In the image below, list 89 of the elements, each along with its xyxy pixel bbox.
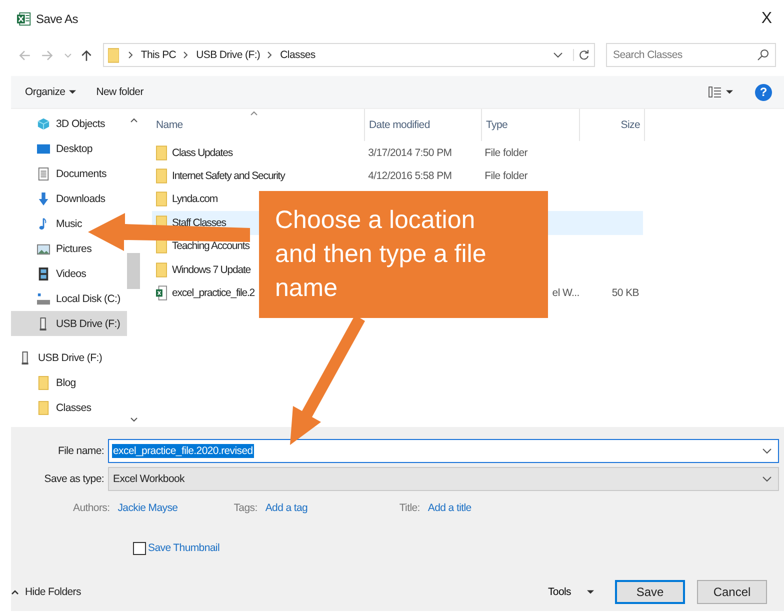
film-icon [37, 266, 50, 280]
sidebar-item[interactable]: Documents [11, 161, 110, 186]
folder-icon [156, 144, 167, 161]
close-button[interactable]: X [761, 10, 772, 28]
file-name[interactable]: Internet Safety and Security [172, 170, 285, 182]
monitor-icon [37, 142, 50, 156]
scroll-up-icon[interactable] [130, 117, 138, 123]
picture-icon [37, 242, 50, 256]
file-type: File folder [484, 170, 528, 182]
sidebar-item[interactable]: Pictures [11, 236, 95, 261]
tools-button[interactable]: Tools [548, 586, 571, 598]
window-title: Save As [36, 12, 78, 26]
folder-icon [37, 400, 50, 414]
save-button[interactable]: Save [615, 580, 685, 604]
checkbox-label[interactable]: Save Thumbnail [148, 542, 220, 554]
callout: Choose a location and then type a file name [259, 191, 548, 318]
file-type: File folder [484, 146, 528, 159]
checkbox[interactable] [133, 542, 146, 554]
file-name-field[interactable]: excel_practice_file.2020.revised [108, 438, 779, 462]
organize-button[interactable]: Organize [25, 86, 66, 98]
refresh-icon[interactable] [573, 49, 590, 61]
authors-link[interactable]: Jackie Mayse [118, 502, 234, 514]
column-header[interactable]: Type [482, 109, 580, 141]
view-icon[interactable] [708, 86, 722, 98]
sidebar-item[interactable]: Desktop [11, 136, 96, 161]
column-header[interactable]: Name [152, 109, 365, 141]
up-arrow-icon[interactable] [80, 48, 93, 62]
file-name[interactable]: excel_practice_file.2 [172, 287, 255, 300]
cancel-button[interactable]: Cancel [697, 580, 767, 604]
new-folder-button[interactable]: New folder [96, 86, 144, 98]
column-header[interactable]: Size [580, 109, 645, 141]
file-size: 50 KB [612, 287, 639, 300]
breadcrumb[interactable]: Classes [280, 49, 316, 61]
folder-icon [37, 376, 50, 390]
date-modified: 4/12/2016 5:58 PM [368, 170, 452, 182]
file-name[interactable]: Windows 7 Update [172, 264, 251, 276]
chevron-icon [183, 51, 190, 59]
authors-label: Authors: [73, 502, 110, 514]
collapse-icon[interactable] [11, 589, 19, 595]
dropdown-icon[interactable] [553, 51, 563, 59]
file-type: el W... [552, 287, 580, 300]
spreadsheet-icon [156, 285, 167, 302]
download-icon [37, 192, 50, 206]
tags-label: Tags: [234, 502, 258, 514]
title-link[interactable]: Add a title [428, 502, 472, 514]
sidebar-item[interactable]: 3D Objects [11, 111, 108, 136]
file-type-dropdown[interactable]: Excel Workbook [108, 466, 779, 490]
dropdown-icon[interactable] [762, 446, 772, 454]
folder-icon [156, 262, 167, 278]
sidebar-item[interactable]: Videos [11, 261, 90, 286]
field-label: Save as type: [43, 472, 105, 484]
sidebar-item[interactable]: Local Disk (C:) [11, 286, 124, 311]
column-header[interactable]: Date modified [365, 109, 482, 141]
dropdown-icon[interactable] [762, 474, 772, 482]
breadcrumb[interactable]: USB Drive (F:) [196, 49, 260, 61]
hide-folders-link[interactable]: Hide Folders [25, 586, 81, 598]
field-label: File name: [56, 444, 105, 456]
search-field[interactable]: Search Classes [606, 43, 776, 67]
folder-icon [156, 168, 167, 184]
date-modified: 3/17/2014 7:50 PM [368, 146, 452, 159]
scroll-thumb[interactable] [127, 253, 140, 289]
sidebar-item[interactable]: Classes [11, 395, 94, 420]
address-bar[interactable]: This PC USB Drive (F:) Classes [102, 43, 595, 67]
file-name[interactable]: Staff Classes [172, 216, 226, 229]
search-icon [757, 49, 769, 61]
caret-icon[interactable] [726, 89, 733, 95]
file-name[interactable]: Lynda.com [172, 193, 218, 206]
tags-link[interactable]: Add a tag [265, 502, 400, 514]
caret-icon[interactable] [587, 589, 594, 595]
chevron-icon [267, 51, 274, 59]
document-icon [37, 166, 50, 180]
drive-icon [37, 292, 50, 306]
folder-icon [156, 191, 167, 208]
sidebar-item[interactable]: USB Drive (F:) [11, 345, 106, 370]
sidebar-item[interactable]: Music [11, 211, 85, 236]
caret-icon[interactable] [69, 89, 76, 95]
folder-icon [108, 47, 119, 63]
cube-icon [37, 116, 50, 130]
file-name[interactable]: Teaching Accounts [172, 240, 250, 252]
help-button[interactable]: ? [755, 84, 772, 100]
title-label: Title: [399, 502, 420, 514]
sidebar-item[interactable]: Blog [11, 370, 79, 395]
breadcrumb[interactable]: This PC [140, 49, 176, 61]
sidebar-item[interactable]: Downloads [11, 186, 108, 211]
sidebar-item[interactable]: USB Drive (F:) [11, 311, 127, 336]
chevron-icon [128, 51, 134, 59]
excel-icon [17, 12, 31, 26]
scroll-down-icon[interactable] [130, 417, 138, 423]
file-name[interactable]: Class Updates [172, 146, 232, 159]
